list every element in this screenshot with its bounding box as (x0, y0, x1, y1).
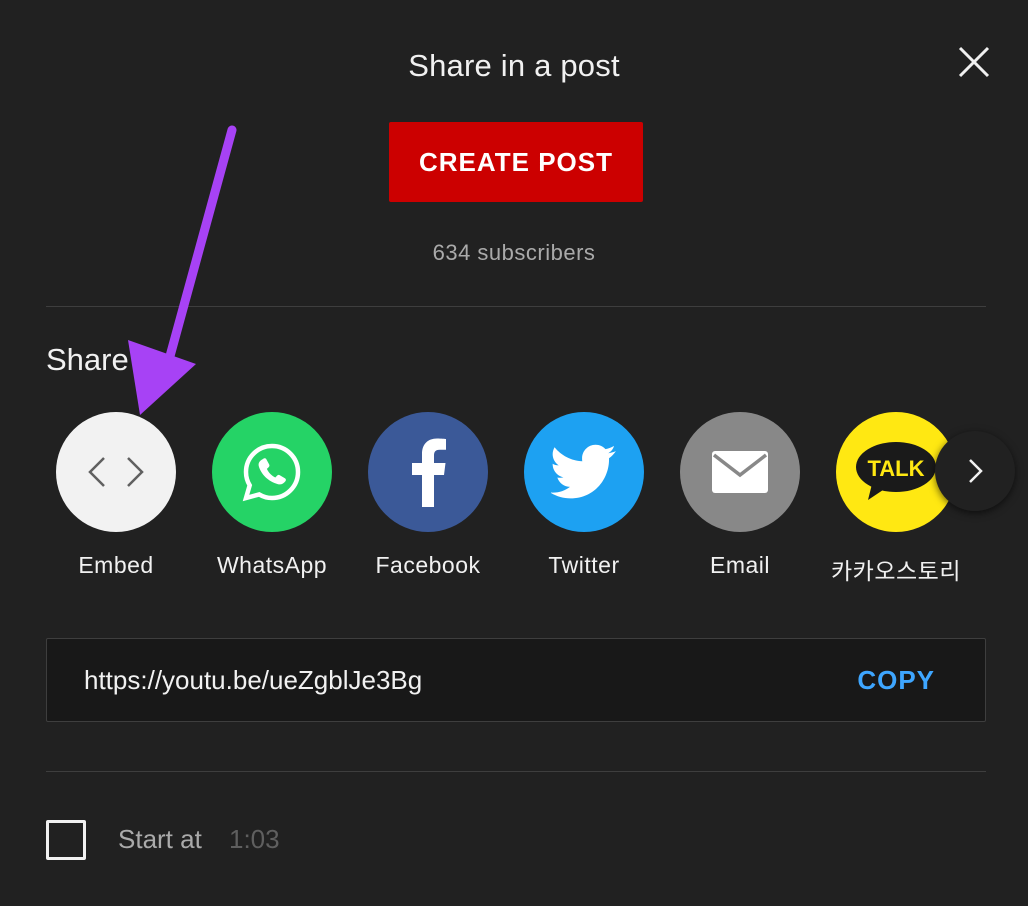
share-email[interactable]: Email (662, 412, 818, 579)
divider-bottom (46, 771, 986, 772)
share-dialog: Share in a post CREATE POST 634 subscrib… (0, 0, 1028, 906)
close-icon (958, 46, 990, 78)
facebook-circle (368, 412, 488, 532)
facebook-icon (412, 438, 446, 507)
share-label-whatsapp: WhatsApp (216, 552, 328, 578)
divider-top (46, 306, 986, 307)
create-post-button[interactable]: CREATE POST (389, 122, 643, 202)
share-label-twitter: Twitter (548, 552, 620, 578)
whatsapp-circle (212, 412, 332, 532)
share-whatsapp[interactable]: WhatsApp (194, 412, 350, 579)
share-options-row: Embed WhatsApp Facebook Twitter Email TA… (0, 412, 1028, 592)
chevron-right-icon (969, 459, 983, 483)
copy-button[interactable]: COPY (857, 665, 935, 696)
start-at-label: Start at (118, 824, 202, 854)
kakaotalk-icon: TALK (856, 442, 936, 500)
svg-text:TALK: TALK (867, 456, 924, 481)
email-circle (680, 412, 800, 532)
share-twitter[interactable]: Twitter (506, 412, 662, 579)
share-url-text[interactable]: https://youtu.be/ueZgblJe3Bg (84, 665, 422, 696)
share-label-email: Email (709, 552, 770, 578)
email-icon (712, 451, 768, 493)
twitter-circle (524, 412, 644, 532)
share-heading: Share (46, 342, 129, 377)
share-label-embed: Embed (78, 552, 154, 578)
start-at-checkbox[interactable] (46, 820, 86, 860)
whatsapp-icon (242, 443, 301, 502)
close-button[interactable] (952, 40, 996, 84)
start-at-time[interactable]: 1:03 (229, 824, 280, 855)
share-embed[interactable]: Embed (38, 412, 194, 579)
share-label-facebook: Facebook (375, 552, 481, 578)
share-next-button[interactable] (935, 431, 1015, 511)
twitter-icon (551, 444, 616, 499)
dialog-title: Share in a post (408, 48, 620, 83)
share-url-box[interactable]: https://youtu.be/ueZgblJe3Bg COPY (46, 638, 986, 722)
subscriber-count: 634 subscribers (432, 240, 596, 265)
embed-circle (56, 412, 176, 532)
share-label-kakaostory: 카카오스토리 (831, 558, 961, 584)
share-facebook[interactable]: Facebook (350, 412, 506, 579)
embed-code-icon (88, 457, 144, 487)
